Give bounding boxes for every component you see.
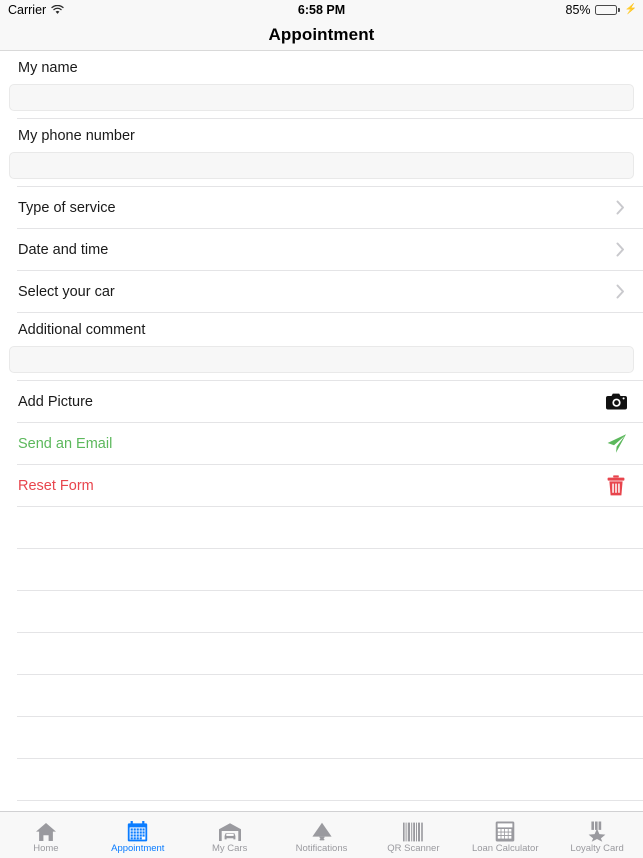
row-select-your-car[interactable]: Select your car (0, 270, 643, 313)
empty-row (0, 590, 643, 633)
tab-qr-scanner[interactable]: QR Scanner (367, 812, 459, 858)
tab-home-label: Home (33, 843, 59, 854)
tab-my-cars-label: My Cars (211, 843, 248, 854)
tab-qr-scanner-label: QR Scanner (387, 843, 440, 854)
row-additional-comment: Additional comment (0, 312, 643, 381)
my-name-label: My name (18, 60, 78, 76)
empty-row (0, 506, 643, 549)
date-and-time-label: Date and time (18, 241, 109, 258)
row-my-phone-number: My phone number (0, 118, 643, 187)
chevron-right-icon (616, 284, 624, 299)
garage-car-icon (218, 818, 242, 842)
battery-percent-label: 85% (565, 3, 591, 17)
tab-loan-calculator-label: Loan Calculator (471, 843, 539, 854)
barcode-icon (402, 818, 424, 842)
trash-icon[interactable] (605, 475, 627, 497)
my-name-input[interactable] (9, 83, 634, 111)
tab-notifications-label: Notifications (295, 843, 348, 854)
chevron-right-icon (616, 242, 624, 257)
form-table: My name My phone number Type of service … (0, 51, 643, 811)
empty-row (0, 632, 643, 675)
row-date-and-time[interactable]: Date and time (0, 228, 643, 271)
my-phone-number-label: My phone number (18, 127, 135, 144)
battery-icon (594, 5, 620, 15)
calculator-icon (495, 818, 515, 842)
row-reset-form[interactable]: Reset Form (0, 464, 643, 507)
navigation-bar: Appointment (0, 20, 643, 51)
row-my-name: My name (0, 51, 643, 119)
tab-notifications[interactable]: Notifications (276, 812, 368, 858)
separator (17, 799, 643, 801)
lightning-bolt-icon: ⚡ (624, 4, 637, 15)
row-type-of-service[interactable]: Type of service (0, 186, 643, 229)
megaphone-icon (311, 818, 333, 842)
clock-label: 6:58 PM (297, 3, 346, 17)
row-send-an-email[interactable]: Send an Email (0, 422, 643, 465)
row-add-picture[interactable]: Add Picture (0, 380, 643, 423)
type-of-service-label: Type of service (18, 199, 116, 216)
tab-bar: Home Appointment My Cars Notifications Q… (0, 811, 643, 858)
tab-home[interactable]: Home (0, 812, 92, 858)
additional-comment-input[interactable] (9, 345, 634, 373)
my-phone-number-input[interactable] (9, 151, 634, 179)
add-picture-label: Add Picture (18, 393, 93, 410)
house-icon (35, 818, 57, 842)
status-bar: Carrier 6:58 PM 85% ⚡ (0, 0, 643, 20)
battery-cap (617, 8, 620, 12)
app-screen: Carrier 6:58 PM 85% ⚡ Appointment My nam… (0, 0, 643, 858)
empty-row (0, 674, 643, 717)
empty-row (0, 716, 643, 759)
tab-loyalty-card[interactable]: Loyalty Card (551, 812, 643, 858)
empty-row (0, 758, 643, 801)
send-an-email-label: Send an Email (18, 435, 113, 452)
tab-loan-calculator[interactable]: Loan Calculator (459, 812, 551, 858)
chevron-right-icon (616, 200, 624, 215)
tab-loyalty-card-label: Loyalty Card (570, 843, 624, 854)
reset-form-label: Reset Form (18, 477, 94, 494)
paper-plane-icon[interactable] (605, 433, 627, 455)
loyalty-star-icon (586, 818, 608, 842)
camera-icon[interactable] (605, 391, 627, 413)
tab-appointment[interactable]: Appointment (92, 812, 184, 858)
tab-my-cars[interactable]: My Cars (184, 812, 276, 858)
tab-appointment-label: Appointment (111, 843, 165, 854)
page-title: Appointment (268, 25, 375, 44)
calendar-icon (127, 818, 148, 842)
additional-comment-label: Additional comment (18, 321, 146, 338)
select-your-car-label: Select your car (18, 283, 115, 300)
status-bar-right: 85% ⚡ (566, 3, 637, 17)
empty-row (0, 548, 643, 591)
